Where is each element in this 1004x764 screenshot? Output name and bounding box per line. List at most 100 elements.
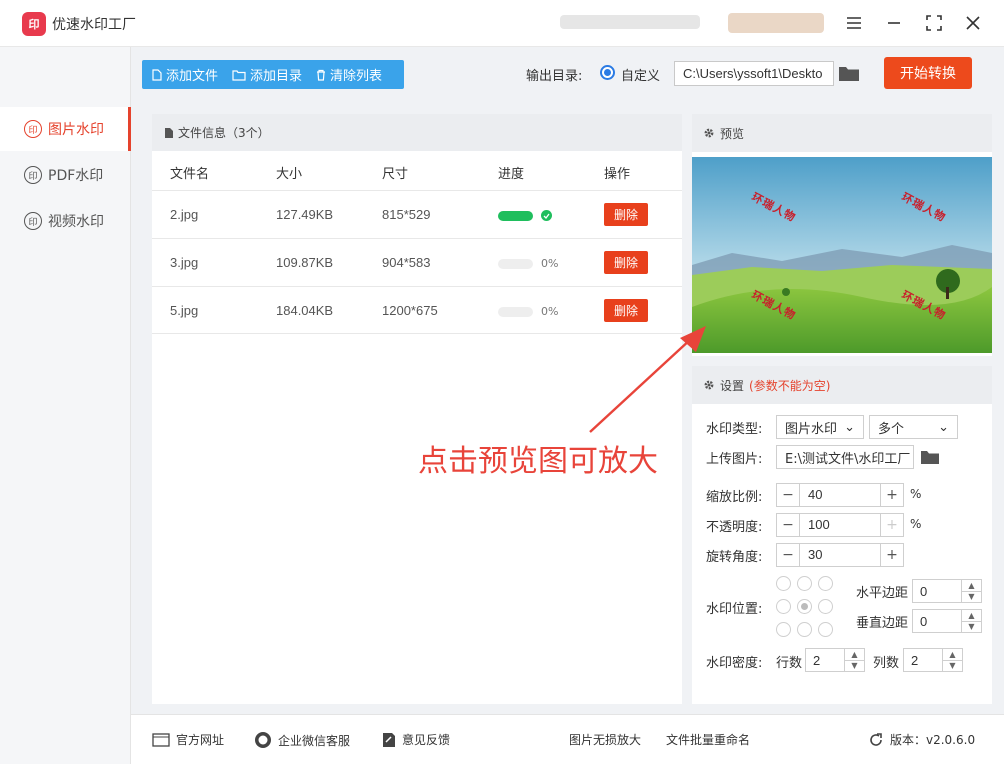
progress-percent: 0% (541, 257, 559, 270)
v-margin-value[interactable]: 0 (913, 614, 961, 629)
annotation-arrow-icon (589, 326, 706, 433)
blurred-user-info (560, 15, 700, 29)
scale-label: 缩放比例: (706, 490, 763, 505)
opacity-value[interactable]: 100 (799, 514, 881, 536)
watermark-icon: 印 (24, 212, 42, 230)
refresh-icon (870, 732, 882, 746)
position-bottom-center[interactable] (797, 622, 812, 637)
h-margin-value[interactable]: 0 (913, 584, 961, 599)
clear-list-label: 清除列表 (330, 69, 383, 84)
progress-bar (498, 307, 533, 317)
add-file-label: 添加文件 (166, 69, 219, 84)
menu-icon[interactable] (843, 12, 865, 34)
add-dir-button[interactable]: 添加目录 (232, 65, 302, 84)
sidebar-item-video-watermark[interactable]: 印 视频水印 (0, 199, 131, 243)
batch-rename-link[interactable]: 文件批量重命名 (666, 731, 750, 748)
sidebar-item-label: 视频水印 (48, 214, 104, 230)
chat-icon (255, 732, 271, 748)
file-dims: 815*529 (382, 207, 431, 222)
file-size: 109.87KB (276, 255, 334, 270)
progress-bar (498, 259, 533, 269)
rows-value[interactable]: 2 (806, 653, 844, 668)
down-icon[interactable]: ▼ (845, 661, 864, 672)
position-top-left[interactable] (776, 576, 791, 591)
up-icon[interactable]: ▲ (943, 649, 962, 661)
wechat-label: 企业微信客服 (278, 733, 351, 748)
down-icon[interactable]: ▼ (962, 592, 981, 603)
file-panel-title: 文件信息（3个） (178, 126, 270, 140)
rotation-stepper[interactable]: − 30 + (776, 543, 904, 567)
sidebar-item-pdf-watermark[interactable]: 印 PDF水印 (0, 153, 131, 197)
decrement-button[interactable]: − (777, 484, 799, 506)
preview-panel: 预览 环瑞人物 环瑞人物 环瑞人物 环瑞人物 (692, 114, 992, 356)
trash-icon (317, 69, 326, 81)
file-dims: 904*583 (382, 255, 431, 270)
wechat-support-link[interactable]: 企业微信客服 (254, 731, 350, 749)
feedback-link[interactable]: 意见反馈 (382, 731, 450, 748)
rotation-value[interactable]: 30 (799, 544, 881, 566)
start-convert-button[interactable]: 开始转换 (884, 57, 972, 89)
close-icon[interactable] (962, 12, 984, 34)
preview-image[interactable]: 环瑞人物 环瑞人物 环瑞人物 环瑞人物 (692, 157, 992, 353)
decrement-button[interactable]: − (777, 514, 799, 536)
increment-button[interactable]: + (881, 514, 903, 536)
decrement-button[interactable]: − (777, 544, 799, 566)
sidebar-item-label: PDF水印 (48, 168, 104, 184)
h-margin-stepper[interactable]: 0 ▲ ▼ (912, 579, 982, 603)
clear-list-button[interactable]: 清除列表 (316, 65, 382, 84)
watermark-type-select[interactable]: 图片水印 ⌄ (776, 415, 864, 439)
add-file-button[interactable]: 添加文件 (152, 65, 218, 84)
delete-button[interactable]: 删除 (604, 251, 648, 274)
file-icon (152, 68, 162, 81)
custom-dir-radio[interactable] (600, 65, 615, 80)
sidebar-item-image-watermark[interactable]: 印 图片水印 (0, 107, 131, 151)
rows-stepper[interactable]: 2 ▲ ▼ (805, 648, 865, 672)
file-size: 184.04KB (276, 303, 334, 318)
scale-value[interactable]: 40 (799, 484, 881, 506)
position-middle-left[interactable] (776, 599, 791, 614)
website-label: 官方网址 (176, 733, 225, 747)
website-link[interactable]: 官方网址 (152, 731, 224, 748)
lossless-upscale-link[interactable]: 图片无损放大 (569, 731, 641, 748)
custom-dir-label[interactable]: 自定义 (621, 65, 660, 84)
up-icon[interactable]: ▲ (962, 610, 981, 622)
folder-icon[interactable] (838, 64, 860, 82)
output-path-input[interactable]: C:\Users\yssoft1\Deskto (674, 61, 834, 86)
up-icon[interactable]: ▲ (845, 649, 864, 661)
delete-button[interactable]: 删除 (604, 203, 648, 226)
increment-button[interactable]: + (881, 544, 903, 566)
table-row[interactable]: 2.jpg 127.49KB 815*529 删除 (152, 190, 682, 238)
output-dir-label: 输出目录: (526, 69, 583, 84)
opacity-stepper[interactable]: − 100 + (776, 513, 904, 537)
folder-icon[interactable] (920, 449, 940, 465)
chevron-down-icon: ⌄ (938, 419, 949, 435)
down-icon[interactable]: ▼ (943, 661, 962, 672)
cols-value[interactable]: 2 (904, 653, 942, 668)
position-top-right[interactable] (818, 576, 833, 591)
position-middle-right[interactable] (818, 599, 833, 614)
table-row[interactable]: 3.jpg 109.87KB 904*583 0% 删除 (152, 238, 682, 286)
version-info[interactable]: 版本：v2.0.6.0 (868, 731, 975, 748)
delete-button[interactable]: 删除 (604, 299, 648, 322)
rotation-label: 旋转角度: (706, 550, 763, 565)
watermark-count-select[interactable]: 多个 ⌄ (869, 415, 958, 439)
sidebar: 印 图片水印 印 PDF水印 印 视频水印 (0, 47, 131, 764)
down-icon[interactable]: ▼ (962, 622, 981, 633)
position-center[interactable] (797, 599, 812, 614)
preview-title: 预览 (720, 126, 745, 141)
v-margin-stepper[interactable]: 0 ▲ ▼ (912, 609, 982, 633)
position-bottom-right[interactable] (818, 622, 833, 637)
maximize-icon[interactable] (923, 12, 945, 34)
scale-stepper[interactable]: − 40 + (776, 483, 904, 507)
up-icon[interactable]: ▲ (962, 580, 981, 592)
minimize-icon[interactable] (883, 12, 905, 34)
percent-unit: % (910, 517, 922, 531)
position-bottom-left[interactable] (776, 622, 791, 637)
increment-button[interactable]: + (881, 484, 903, 506)
cols-stepper[interactable]: 2 ▲ ▼ (903, 648, 963, 672)
upload-path-input[interactable]: E:\测试文件\水印工厂 (776, 445, 914, 469)
position-top-center[interactable] (797, 576, 812, 591)
title-bar: 印 优速水印工厂 (0, 0, 1004, 47)
watermark-type-value: 图片水印 (785, 421, 838, 437)
v-margin-label: 垂直边距 (856, 616, 909, 631)
